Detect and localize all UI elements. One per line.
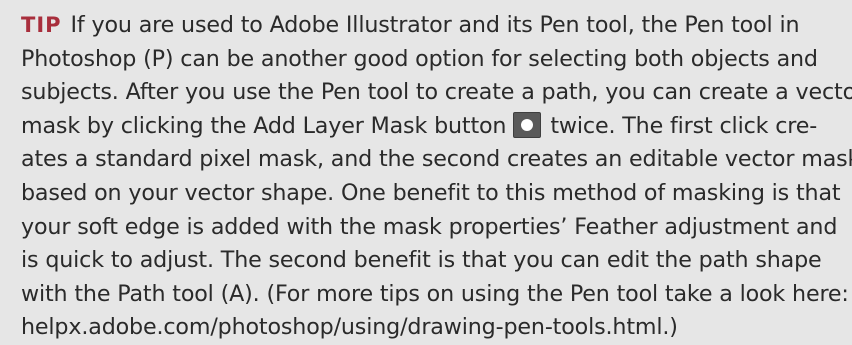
tip-label: TIP bbox=[21, 13, 62, 37]
tip-line-10: helpx.adobe.com/photoshop/using/drawing-… bbox=[21, 314, 678, 341]
tip-line-4: mask by clicking the Add Layer Mask butt… bbox=[21, 110, 824, 144]
tip-line-3: subjects. After you use the Pen tool to … bbox=[21, 79, 852, 106]
tip-text-1: If you are used to Adobe Illustrator and… bbox=[70, 12, 800, 38]
tip-text-4a: mask by clicking the Add Layer Mask butt… bbox=[21, 112, 507, 139]
tip-line-8: is quick to adjust. The second benefit i… bbox=[21, 247, 822, 274]
tip-line-5: ates a standard pixel mask, and the seco… bbox=[21, 146, 852, 173]
tip-line-9: with the Path tool (A). (For more tips o… bbox=[21, 280, 849, 307]
tip-line-1: TIP If you are used to Adobe Illustrator … bbox=[21, 9, 824, 43]
tip-box: TIP If you are used to Adobe Illustrator … bbox=[0, 0, 852, 345]
tip-line-7: your soft edge is added with the mask pr… bbox=[21, 213, 838, 240]
tip-line-2: Photoshop (P) can be another good option… bbox=[21, 45, 818, 72]
tip-line-6: based on your vector shape. One benefit … bbox=[21, 179, 841, 206]
add-layer-mask-icon bbox=[513, 111, 542, 138]
tip-text-4b: twice. The first click cre- bbox=[550, 112, 818, 139]
